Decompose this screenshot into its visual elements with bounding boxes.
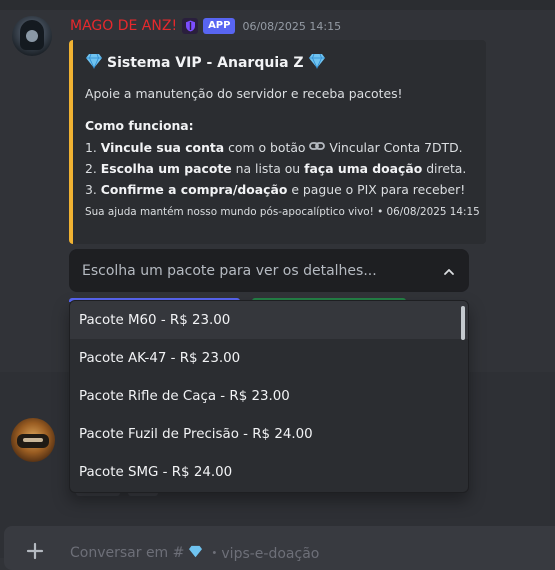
- message-timestamp: 06/08/2025 14:15: [242, 19, 342, 33]
- dropdown-option[interactable]: Pacote Fuzil de Precisão - R$ 24.00: [70, 415, 468, 453]
- message-header: MAGO DE ANZ! APP 06/08/2025 14:15: [70, 16, 341, 36]
- package-select[interactable]: Escolha um pacote para ver os detalhes..…: [69, 249, 469, 292]
- package-dropdown: Pacote M60 - R$ 23.00 Pacote AK-47 - R$ …: [69, 300, 469, 493]
- embed-how-heading: Como funciona:: [85, 118, 194, 134]
- composer-placeholder: Conversar em # ・vips-e-doação: [70, 545, 320, 562]
- dropdown-option[interactable]: Pacote Rifle de Caça - R$ 23.00: [70, 377, 468, 415]
- dropdown-option[interactable]: Pacote AK-47 - R$ 23.00: [70, 339, 468, 377]
- embed-step-3: 3. Confirme a compra/doação e pague o PI…: [85, 182, 466, 198]
- message-composer[interactable]: Conversar em # ・vips-e-doação: [4, 526, 555, 570]
- embed-description: Apoie a manutenção do servidor e receba …: [85, 83, 474, 200]
- gem-icon: [188, 545, 203, 562]
- embed-intro: Apoie a manutenção do servidor e receba …: [85, 86, 403, 101]
- username[interactable]: MAGO DE ANZ!: [70, 18, 177, 34]
- vip-embed: Sistema VIP - Anarquia Z Apoie a manuten…: [69, 40, 486, 244]
- plus-icon[interactable]: [24, 540, 46, 562]
- embed-title: Sistema VIP - Anarquia Z: [85, 53, 474, 73]
- gem-icon: [308, 53, 326, 73]
- user-avatar-2[interactable]: [11, 418, 55, 462]
- chevron-up-icon: [442, 264, 456, 278]
- user-avatar[interactable]: [12, 16, 52, 56]
- embed-title-text: Sistema VIP - Anarquia Z: [107, 55, 304, 71]
- dropdown-option[interactable]: Pacote M60 - R$ 23.00: [70, 301, 468, 339]
- link-icon: [309, 140, 326, 155]
- embed-step-2: 2. Escolha um pacote na lista ou faça um…: [85, 160, 467, 176]
- select-placeholder: Escolha um pacote para ver os detalhes..…: [82, 262, 377, 279]
- top-strip: [0, 0, 555, 10]
- embed-footer: Sua ajuda mantém nosso mundo pós-apocalí…: [85, 206, 480, 219]
- app-tag: APP: [203, 18, 236, 34]
- embed-step-1: 1. Vincule sua conta com o botão Vincula…: [85, 139, 463, 155]
- dropdown-option[interactable]: Pacote SMG - R$ 24.00: [70, 453, 468, 491]
- shield-icon: [182, 18, 199, 34]
- dropdown-scrollbar[interactable]: [461, 306, 465, 340]
- gem-icon: [85, 53, 103, 73]
